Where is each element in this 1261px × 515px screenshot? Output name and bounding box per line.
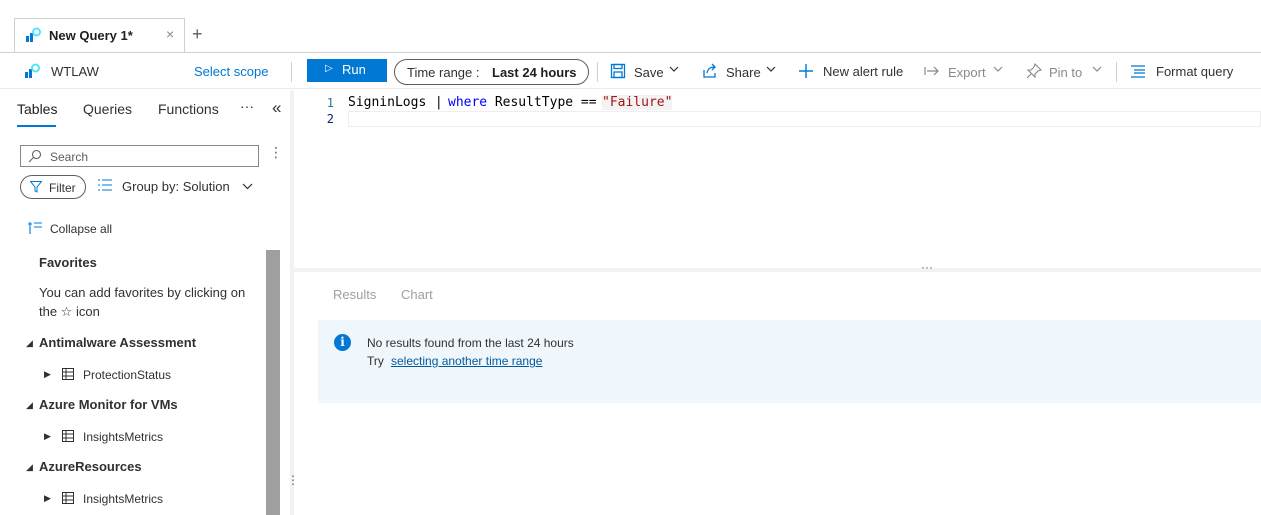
query-editor[interactable]: 1 2 SigninLogs | where ResultType == "Fa… <box>294 90 1261 268</box>
tab-queries[interactable]: Queries <box>83 101 132 117</box>
tab-label: New Query 1* <box>49 28 133 43</box>
group-name[interactable]: Antimalware Assessment <box>39 335 196 350</box>
group-by-icon <box>98 179 112 191</box>
time-range-value: Last 24 hours <box>492 65 577 80</box>
select-scope-link[interactable]: Select scope <box>194 64 268 79</box>
info-icon: i <box>334 334 351 351</box>
workspace-icon <box>25 63 40 78</box>
play-icon: ▷ <box>325 63 333 74</box>
collapse-all-icon <box>28 222 42 234</box>
code-table-token: SigninLogs <box>348 95 427 110</box>
search-placeholder: Search <box>50 150 89 164</box>
code-pipe-token: | <box>427 95 451 110</box>
export-button[interactable]: Export <box>948 65 986 80</box>
save-icon <box>610 63 626 79</box>
favorites-hint: the ☆ icon <box>39 304 100 319</box>
filter-label: Filter <box>49 181 76 195</box>
current-line-highlight <box>348 111 1261 127</box>
share-icon <box>703 63 716 78</box>
tab-new-query[interactable]: New Query 1* × <box>14 18 185 53</box>
filter-button[interactable]: Filter <box>20 175 86 199</box>
plus-icon <box>799 64 813 78</box>
code-field-token: ResultType == <box>487 95 605 110</box>
line-number: 1 <box>326 96 334 110</box>
expand-arrow-icon[interactable]: ▶ <box>44 369 51 380</box>
new-alert-rule-button[interactable]: New alert rule <box>823 64 903 79</box>
active-tab-indicator <box>17 125 56 127</box>
line-number: 2 <box>326 112 334 126</box>
table-icon <box>62 368 74 380</box>
run-button[interactable]: ▷ Run <box>307 59 387 82</box>
expanded-arrow-icon[interactable]: ◢ <box>26 400 33 411</box>
code-keyword-token: where <box>448 95 488 110</box>
table-name[interactable]: InsightsMetrics <box>83 492 163 506</box>
tab-results[interactable]: Results <box>333 287 376 302</box>
pin-to-button[interactable]: Pin to <box>1049 65 1082 80</box>
more-vertical-icon[interactable]: ⋮ <box>269 144 283 161</box>
expand-arrow-icon[interactable]: ▶ <box>44 431 51 442</box>
group-name[interactable]: AzureResources <box>39 459 142 474</box>
log-analytics-icon <box>26 27 41 42</box>
group-name[interactable]: Azure Monitor for VMs <box>39 397 178 412</box>
time-range-button[interactable]: Time range : Last 24 hours <box>394 59 589 85</box>
favorites-hint: You can add favorites by clicking on <box>39 285 246 300</box>
search-icon <box>28 149 42 163</box>
splitter-handle-icon[interactable]: ⋮ <box>287 473 299 487</box>
time-range-link[interactable]: selecting another time range <box>391 354 542 368</box>
format-icon <box>1131 65 1145 78</box>
tab-chart[interactable]: Chart <box>401 287 433 302</box>
favorites-title: Favorites <box>39 255 97 270</box>
scrollbar[interactable] <box>266 250 280 515</box>
pin-icon <box>1026 63 1042 79</box>
more-icon[interactable]: ··· <box>240 98 254 114</box>
chevron-down-icon[interactable] <box>242 183 253 190</box>
share-button[interactable]: Share <box>726 65 761 80</box>
tab-bar: New Query 1* × + <box>0 0 1261 53</box>
add-tab-button[interactable]: + <box>192 24 203 44</box>
chevron-down-icon[interactable] <box>1092 66 1102 72</box>
workspace-name: WTLAW <box>51 64 99 79</box>
search-input[interactable]: Search <box>20 145 259 167</box>
table-name[interactable]: InsightsMetrics <box>83 430 163 444</box>
format-query-button[interactable]: Format query <box>1156 64 1233 79</box>
splitter-handle-icon[interactable]: ··· <box>921 260 933 274</box>
collapse-all-button[interactable]: Collapse all <box>50 222 112 236</box>
try-label: Try <box>367 354 384 368</box>
filter-icon <box>30 181 42 193</box>
divider <box>1116 62 1117 82</box>
table-name[interactable]: ProtectionStatus <box>83 368 171 382</box>
time-range-prefix: Time range : <box>407 65 480 80</box>
expanded-arrow-icon[interactable]: ◢ <box>26 462 33 473</box>
chevron-down-icon[interactable] <box>669 66 679 72</box>
divider <box>291 62 292 82</box>
tab-functions[interactable]: Functions <box>158 101 219 117</box>
chevron-down-icon[interactable] <box>766 66 776 72</box>
info-message: i No results found from the last 24 hour… <box>318 320 1261 403</box>
run-label: Run <box>342 62 366 77</box>
code-string-token: "Failure" <box>602 95 673 110</box>
message-text: No results found from the last 24 hours <box>367 336 574 350</box>
divider <box>597 62 598 82</box>
horizontal-splitter[interactable] <box>294 268 1261 272</box>
expanded-arrow-icon[interactable]: ◢ <box>26 338 33 349</box>
group-by-dropdown[interactable]: Group by: Solution <box>122 179 230 194</box>
chevron-down-icon[interactable] <box>993 66 1003 72</box>
collapse-panel-icon[interactable]: « <box>272 98 281 118</box>
tab-tables[interactable]: Tables <box>17 101 57 117</box>
table-icon <box>62 492 74 504</box>
export-icon <box>924 66 939 76</box>
close-icon[interactable]: × <box>166 26 174 42</box>
save-button[interactable]: Save <box>634 65 664 80</box>
expand-arrow-icon[interactable]: ▶ <box>44 493 51 504</box>
table-icon <box>62 430 74 442</box>
